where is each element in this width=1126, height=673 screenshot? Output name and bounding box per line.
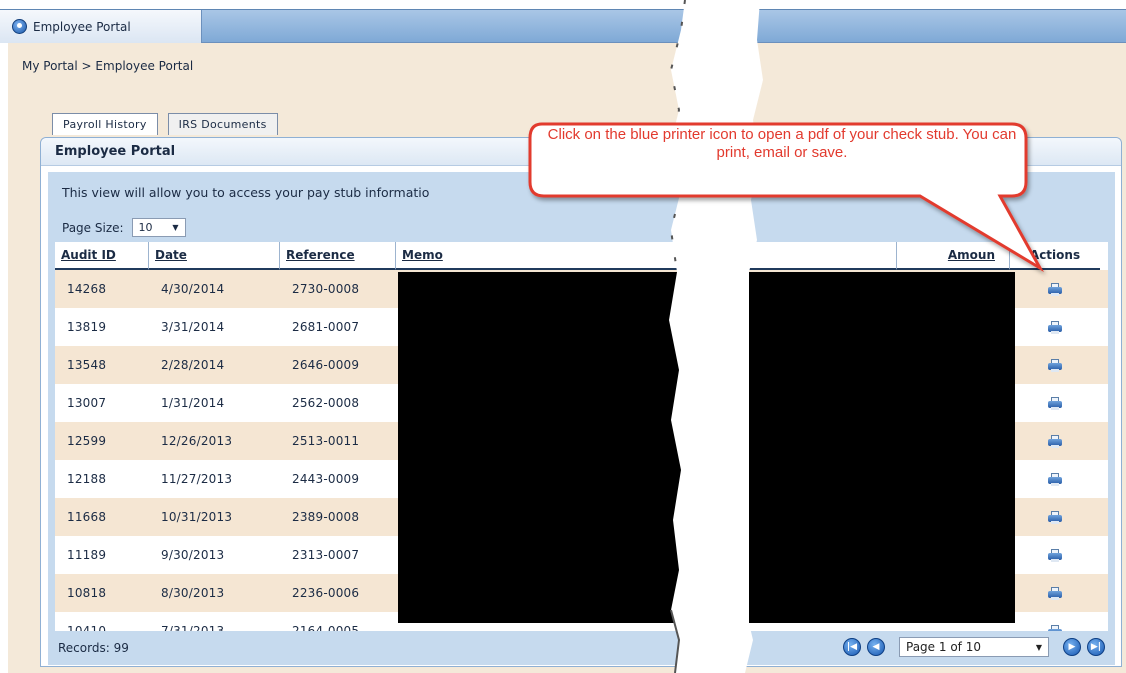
callout-text: Click on the blue printer icon to open a… [547,126,1017,161]
callout-bubble [528,122,1045,273]
